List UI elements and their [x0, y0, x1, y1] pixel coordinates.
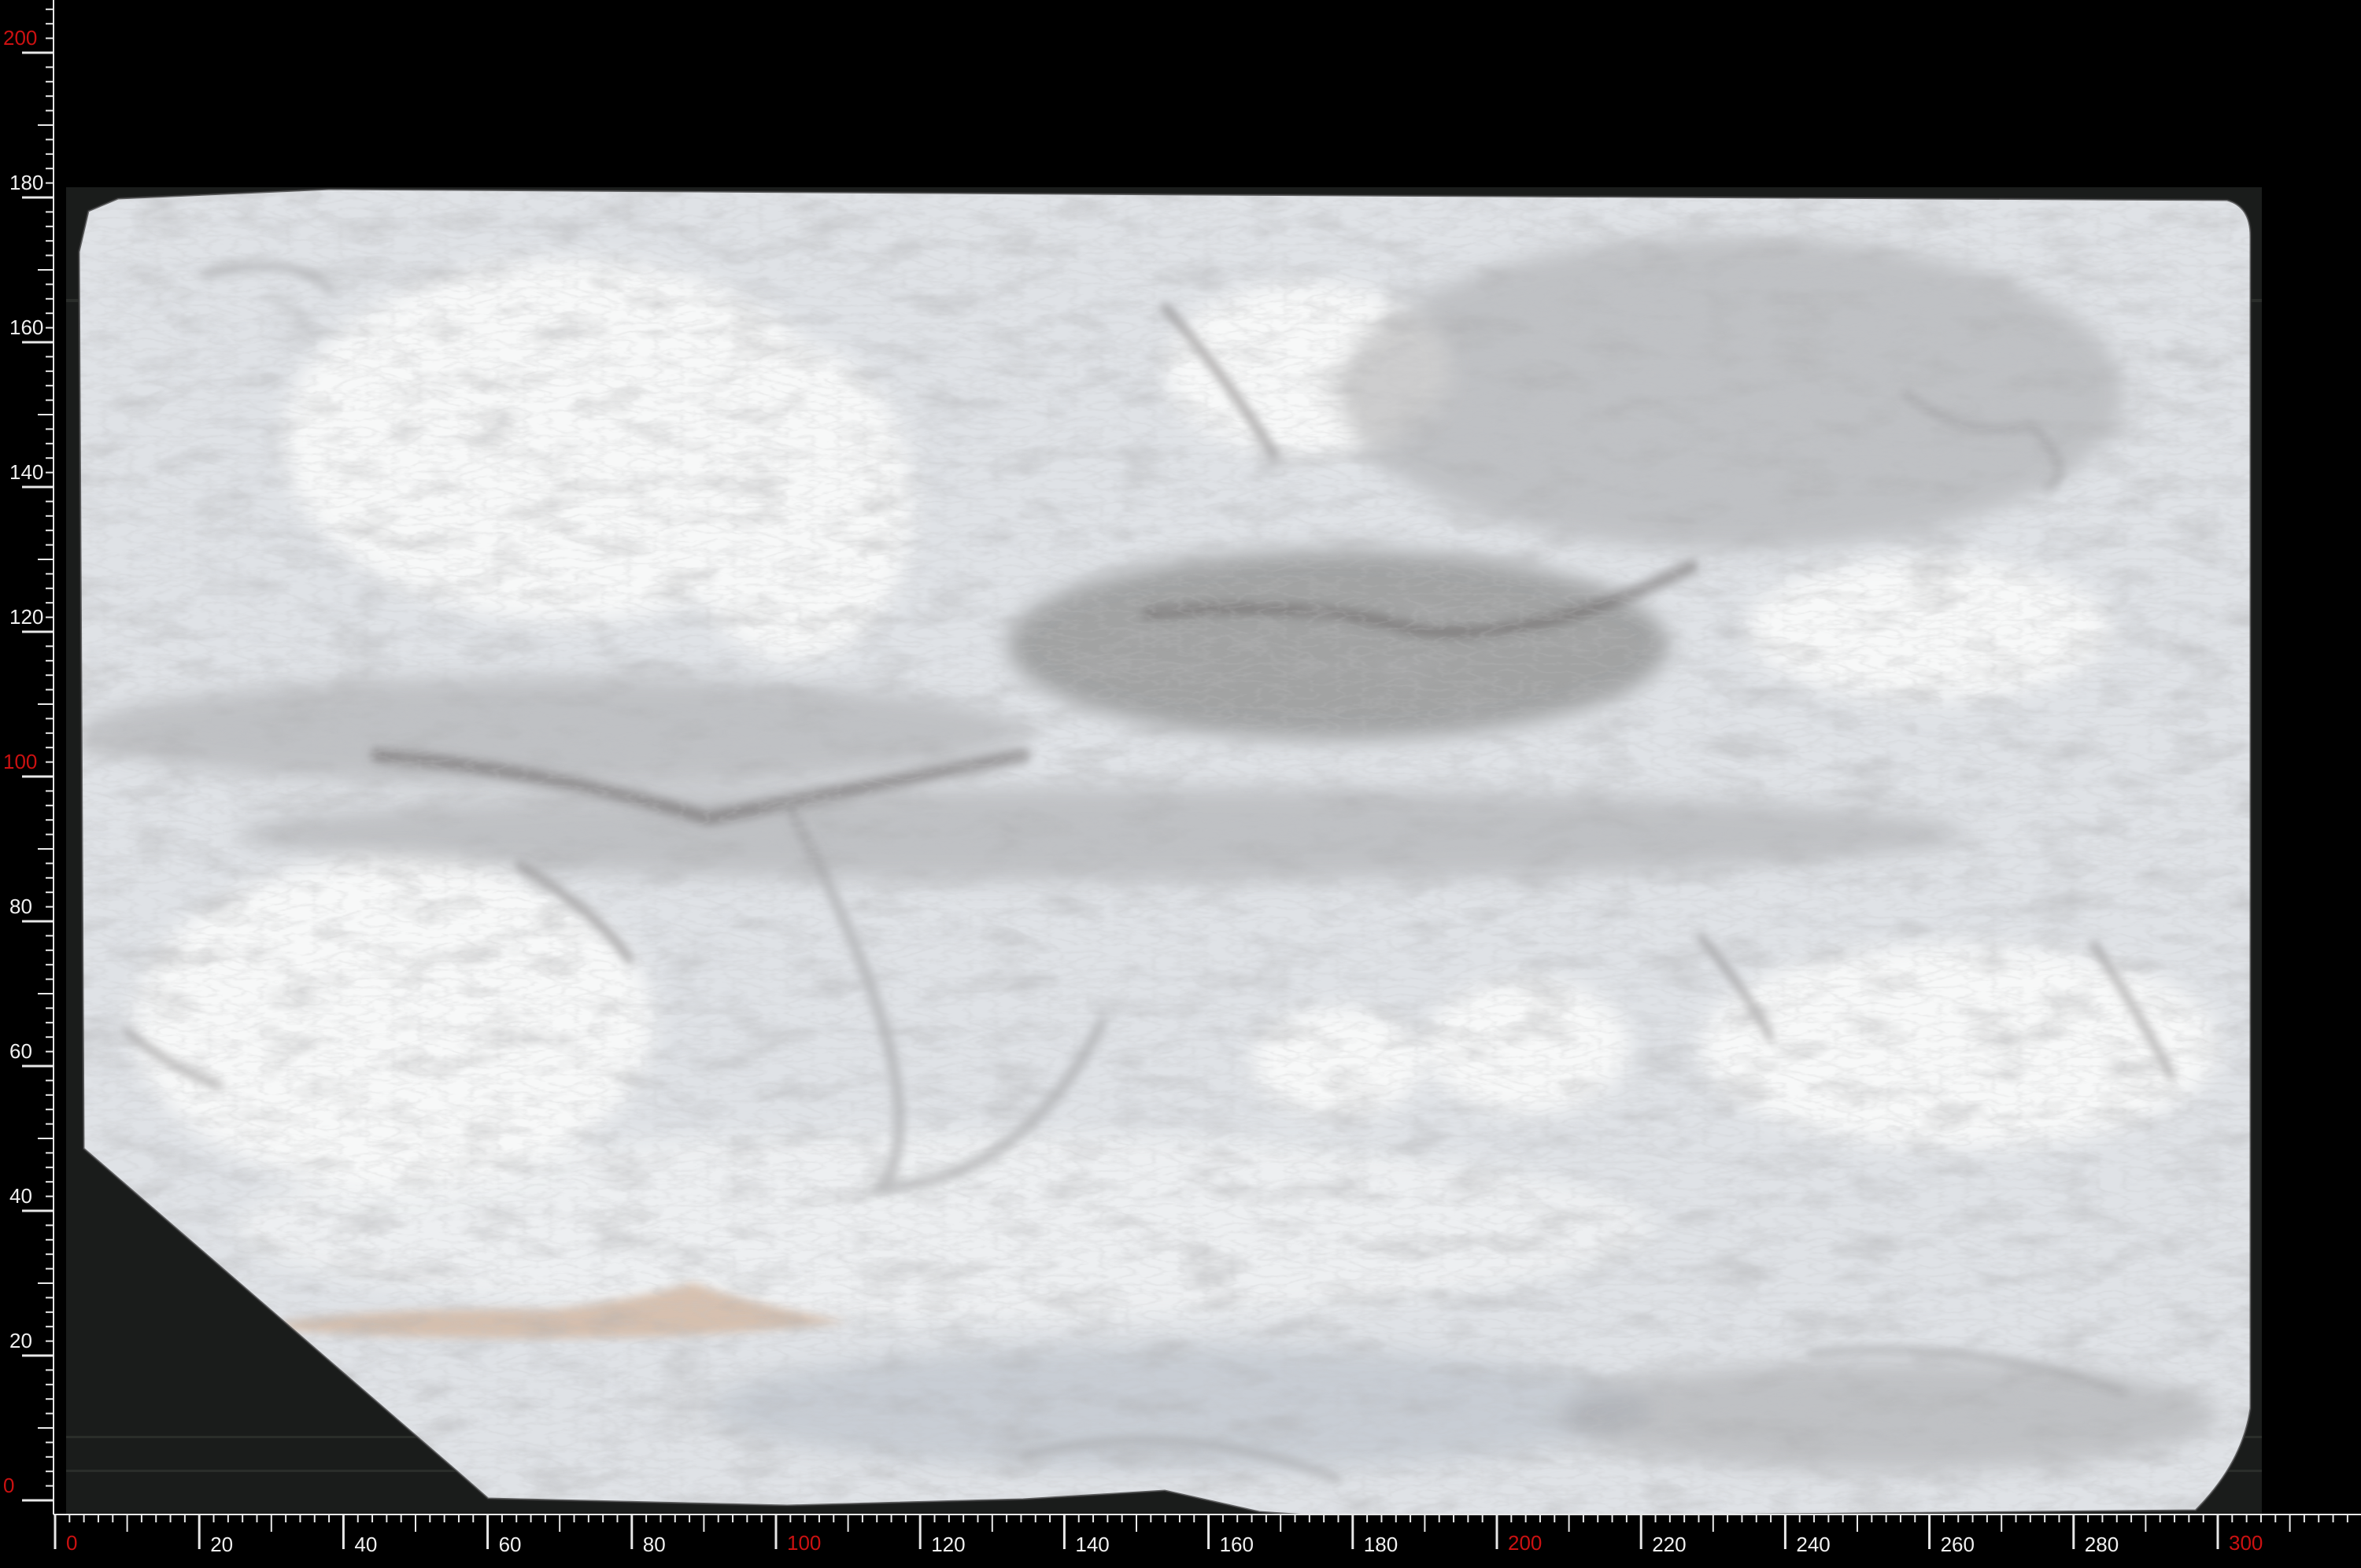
x-ruler-label: 240 [1796, 1533, 1830, 1556]
y-ruler-label: 0 [3, 1474, 14, 1497]
y-ruler-label: 100 [3, 750, 37, 773]
x-ruler-label: 220 [1652, 1533, 1686, 1556]
x-ruler-label: 140 [1075, 1533, 1109, 1556]
marble-slab [79, 189, 2251, 1518]
x-ruler-label: 180 [1364, 1533, 1398, 1556]
x-ruler-label: 120 [931, 1533, 965, 1556]
x-ruler-label: 260 [1941, 1533, 1975, 1556]
x-ruler-label: 280 [2085, 1533, 2119, 1556]
x-ruler-label: 160 [1220, 1533, 1254, 1556]
x-ruler-label: 40 [354, 1533, 377, 1556]
x-ruler-label: 80 [643, 1533, 666, 1556]
y-ruler-label: 160 [9, 315, 43, 339]
y-ruler-label: 60 [9, 1039, 32, 1063]
y-ruler-label: 120 [9, 605, 43, 629]
x-ruler-label: 0 [66, 1531, 77, 1555]
x-ruler-label: 60 [499, 1533, 522, 1556]
x-ruler-label: 300 [2229, 1531, 2263, 1555]
scan-viewer: 0 20 40 60 80 100 120 140 160 180 200 220 240 260 280 3… [0, 0, 2361, 1568]
y-ruler-label: 80 [9, 895, 32, 918]
y-ruler-label: 40 [9, 1184, 32, 1208]
marble-slab-scan: 0 20 40 60 80 100 120 140 160 180 200 220 240 260 280 3… [0, 0, 2361, 1568]
y-ruler-label: 200 [3, 26, 37, 50]
y-ruler-label: 20 [9, 1329, 32, 1352]
x-ruler-label: 200 [1508, 1531, 1542, 1555]
x-ruler-label: 20 [210, 1533, 233, 1556]
x-ruler-label: 100 [787, 1531, 821, 1555]
y-ruler-label: 140 [9, 460, 43, 484]
y-ruler-label: 180 [9, 171, 43, 194]
